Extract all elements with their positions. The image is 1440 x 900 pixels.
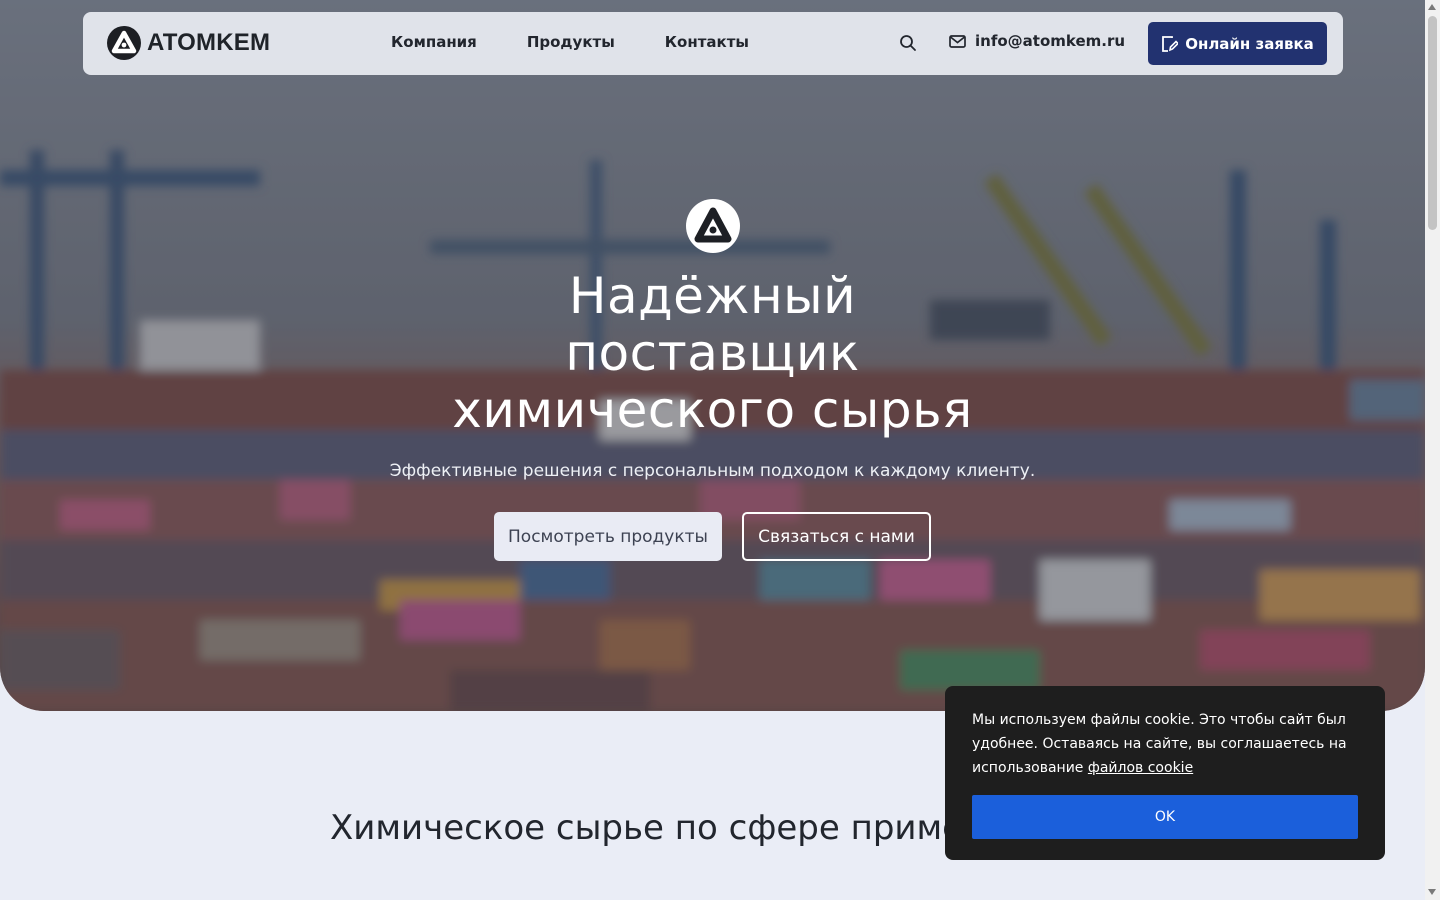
page-scrollbar[interactable] bbox=[1425, 0, 1440, 900]
nav-item-products[interactable]: Продукты bbox=[527, 33, 615, 51]
main-nav: Компания Продукты Контакты bbox=[391, 33, 749, 51]
site-header: ATOMKEM Компания Продукты Контакты info@… bbox=[83, 12, 1343, 75]
scroll-down-arrow-icon[interactable] bbox=[1428, 889, 1436, 895]
cookie-text: Мы используем файлы cookie. Это чтобы са… bbox=[972, 708, 1360, 780]
hero-title-line: Надёжный bbox=[568, 267, 857, 325]
hero-title-line: поставщик bbox=[565, 324, 860, 382]
hero-logo-emblem bbox=[686, 199, 740, 253]
logo-text: ATOMKEM bbox=[147, 29, 271, 56]
nav-item-contacts[interactable]: Контакты bbox=[665, 33, 749, 51]
site-logo[interactable]: ATOMKEM bbox=[107, 26, 270, 60]
hero-subtitle: Эффективные решения с персональным подхо… bbox=[389, 461, 1036, 481]
scrollbar-thumb[interactable] bbox=[1428, 16, 1437, 230]
online-request-button[interactable]: Онлайн заявка bbox=[1148, 22, 1327, 65]
search-icon[interactable] bbox=[899, 34, 917, 52]
mail-icon bbox=[949, 34, 966, 48]
hero-title: Надёжный поставщик химического сырья bbox=[380, 268, 1045, 439]
atomkem-logo-icon bbox=[107, 26, 141, 60]
online-request-label: Онлайн заявка bbox=[1185, 34, 1314, 53]
cookie-banner: Мы используем файлы cookie. Это чтобы са… bbox=[945, 686, 1385, 860]
hero-section: Надёжный поставщик химического сырья Эфф… bbox=[0, 0, 1425, 711]
email-link[interactable]: info@atomkem.ru bbox=[949, 32, 1125, 50]
nav-item-company[interactable]: Компания bbox=[391, 33, 477, 51]
request-form-icon bbox=[1162, 35, 1179, 52]
email-text: info@atomkem.ru bbox=[975, 32, 1126, 50]
contact-us-button[interactable]: Связаться с нами bbox=[742, 512, 931, 561]
atomkem-emblem-icon bbox=[694, 207, 732, 243]
hero-title-line: химического сырья bbox=[452, 381, 973, 439]
view-products-button[interactable]: Посмотреть продукты bbox=[494, 512, 722, 561]
cookie-policy-link[interactable]: файлов cookie bbox=[1088, 760, 1193, 776]
cookie-accept-button[interactable]: OK bbox=[972, 795, 1358, 839]
scroll-up-arrow-icon[interactable] bbox=[1428, 4, 1436, 10]
